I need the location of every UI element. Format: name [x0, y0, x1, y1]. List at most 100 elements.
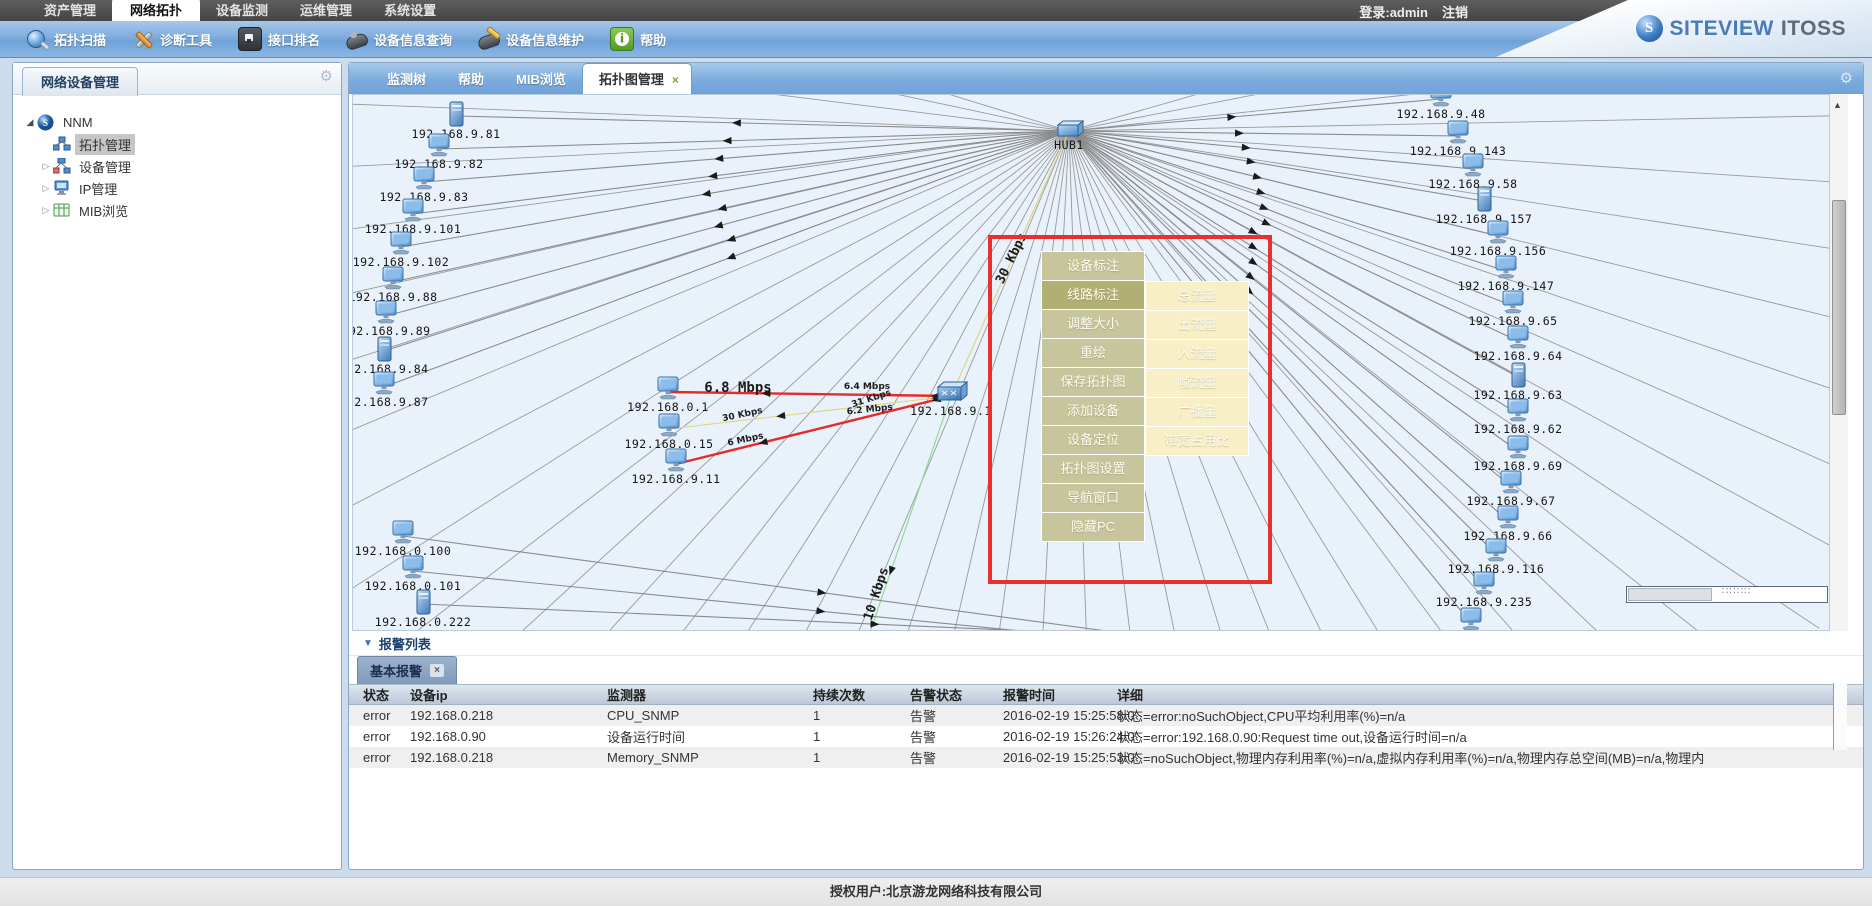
context-submenu-item-1[interactable]: 出流量 — [1145, 311, 1249, 340]
context-menu-item-8[interactable]: 导航窗口 — [1041, 484, 1145, 513]
context-submenu-item-4[interactable]: 广播量 — [1145, 398, 1249, 427]
context-menu-item-1[interactable]: 线路标注 — [1041, 281, 1145, 310]
alarm-col-header-1[interactable]: 设备ip — [410, 685, 607, 704]
map-vertical-scrollbar[interactable]: ▲ — [1830, 94, 1848, 631]
toolbar-item-topology-scan[interactable]: 拓扑扫描 — [26, 28, 106, 50]
logout-link[interactable]: 注销 — [1442, 5, 1468, 20]
alarm-tab-close-icon[interactable]: × — [430, 664, 444, 677]
alarm-col-header-5[interactable]: 报警时间 — [1003, 685, 1117, 704]
topo-node-192.168.0.1[interactable]: 192.168.0.1 — [627, 377, 709, 414]
main-tab-1[interactable]: 帮助 — [442, 63, 500, 94]
topo-node-192.168.9.65[interactable]: 192.168.9.65 — [1468, 291, 1557, 328]
topo-node-192.168.9.66[interactable]: 192.168.9.66 — [1463, 506, 1552, 543]
alarm-col-header-2[interactable]: 监测器 — [607, 685, 813, 704]
topo-node-192.168.9.69[interactable]: 192.168.9.69 — [1473, 436, 1562, 473]
main-tab-3[interactable]: 拓扑图管理× — [582, 63, 692, 94]
context-menu-item-0[interactable]: 设备标注 — [1041, 251, 1145, 281]
top-menu-item-1[interactable]: 网络拓扑 — [112, 0, 200, 21]
top-menu-item-2[interactable]: 设备监测 — [200, 0, 284, 21]
sidebar-title-tab[interactable]: 网络设备管理 — [22, 67, 138, 96]
context-menu-item-6[interactable]: 设备定位 — [1041, 426, 1145, 455]
toolbar-item-device-info-maintenance[interactable]: 设备信息维护 — [478, 28, 584, 50]
tree-item-device[interactable]: ▷设备管理 — [13, 155, 341, 177]
topo-node-192.168.9.63[interactable]: 192.168.9.63 — [1473, 363, 1562, 402]
topo-node-192.168.9.87[interactable]: 192.168.9.87 — [353, 372, 429, 409]
top-menu-item-0[interactable]: 资产管理 — [28, 0, 112, 21]
alarm-row-2[interactable]: error192.168.0.218Memory_SNMP1告警2016-02-… — [349, 747, 1863, 768]
topo-node-192.168.9.48[interactable]: 192.168.9.48 — [1396, 95, 1485, 121]
context-submenu-item-3[interactable]: 帧流量 — [1145, 369, 1249, 398]
topo-node-192.168.9.81[interactable]: 192.168.9.81 — [411, 102, 500, 141]
topo-node-192.168.0.15[interactable]: 192.168.0.15 — [624, 414, 713, 451]
main-tab-2[interactable]: MIB浏览 — [500, 63, 582, 94]
context-menu-item-2[interactable]: 调整大小 — [1041, 310, 1145, 339]
map-horizontal-scrollbar[interactable]: ∷∷∷∷ — [1626, 586, 1828, 603]
main-tab-label: 监测树 — [387, 72, 426, 87]
main-gear-icon[interactable]: ⚙ — [1840, 69, 1853, 87]
context-submenu-item-2[interactable]: 入流量 — [1145, 340, 1249, 369]
topo-node-unlabeled[interactable] — [1461, 608, 1481, 630]
topo-node-192.168.9.11[interactable]: 192.168.9.11 — [631, 449, 720, 486]
alarm-scroll-gutter[interactable] — [1833, 683, 1847, 750]
top-menu-item-3[interactable]: 运维管理 — [284, 0, 368, 21]
context-menu-item-5[interactable]: 添加设备 — [1041, 397, 1145, 426]
topo-node-192.168.9.84[interactable]: 192.168.9.84 — [353, 337, 429, 376]
topo-node-192.168.9.147[interactable]: 192.168.9.147 — [1458, 256, 1555, 293]
topo-node-192.168.9.88[interactable]: 192.168.9.88 — [353, 267, 438, 304]
alarm-cell: 1 — [813, 750, 910, 765]
toolbar-item-port-ranking[interactable]: 接口排名 — [238, 27, 320, 51]
alarm-header[interactable]: ▼ 报警列表 — [349, 631, 1863, 656]
topo-node-192.168.9.156[interactable]: 192.168.9.156 — [1450, 221, 1547, 258]
brand-name-itoss: ITOSS — [1781, 17, 1846, 41]
tree-item-mib[interactable]: ▷MIB浏览 — [13, 199, 341, 221]
top-menu-item-4[interactable]: 系统设置 — [368, 0, 452, 21]
topo-node-192.168.9.62[interactable]: 192.168.9.62 — [1473, 399, 1562, 436]
tree-caret-icon[interactable]: ▷ — [39, 205, 53, 216]
alarm-cell: 状态=noSuchObject,物理内存利用率(%)=n/a,虚拟内存利用率(%… — [1117, 748, 1863, 767]
map-hscroll-thumb[interactable] — [1628, 588, 1712, 601]
main-tab-0[interactable]: 监测树 — [371, 63, 442, 94]
map-vscroll-thumb[interactable] — [1832, 200, 1846, 415]
tree-item-ip[interactable]: ▷IP管理 — [13, 177, 341, 199]
topology-canvas[interactable]: HUB1192.168.9.81192.168.9.82192.168.9.83… — [352, 94, 1830, 631]
topo-node-192.168.9.235[interactable]: 192.168.9.235 — [1436, 572, 1533, 609]
alarm-tab-basic[interactable]: 基本报警 × — [357, 656, 457, 684]
context-menu-item-4[interactable]: 保存拓扑图 — [1041, 368, 1145, 397]
topo-node-192.168.9.58[interactable]: 192.168.9.58 — [1428, 154, 1517, 191]
topo-node-192.168.9.101[interactable]: 192.168.9.101 — [365, 199, 462, 236]
tree-item-topology[interactable]: 拓扑管理 — [13, 133, 341, 155]
tree-item-nnm[interactable]: ◢SNNM — [13, 111, 341, 133]
topo-node-192.168.9.116[interactable]: 192.168.9.116 — [1448, 539, 1545, 576]
scroll-up-arrow-icon[interactable]: ▲ — [1833, 100, 1842, 110]
alarm-row-0[interactable]: error192.168.0.218CPU_SNMP1告警2016-02-19 … — [349, 705, 1863, 726]
toolbar-item-help[interactable]: 帮助 — [610, 27, 666, 51]
alarm-col-header-6[interactable]: 详细 — [1117, 685, 1863, 704]
tree-caret-icon[interactable]: ◢ — [23, 117, 37, 128]
tree-item-label: 拓扑管理 — [75, 134, 135, 155]
alarm-row-1[interactable]: error192.168.0.90设备运行时间1告警2016-02-19 15:… — [349, 726, 1863, 747]
topo-node-192.168.9.157[interactable]: 192.168.9.157 — [1436, 187, 1533, 226]
context-submenu-item-5[interactable]: 带宽占用比 — [1145, 427, 1249, 456]
alarm-col-header-4[interactable]: 告警状态 — [910, 685, 1003, 704]
tab-close-icon[interactable]: × — [672, 73, 679, 87]
tree-caret-icon[interactable]: ▷ — [39, 161, 53, 172]
context-menu-item-3[interactable]: 重绘 — [1041, 339, 1145, 368]
context-submenu-item-0[interactable]: 总流量 — [1145, 281, 1249, 311]
topo-node-192.168.0.100[interactable]: 192.168.0.100 — [355, 521, 452, 558]
collapse-triangle-icon[interactable]: ▼ — [363, 638, 373, 649]
toolbar-item-diagnostic-tools[interactable]: 诊断工具 — [132, 28, 212, 50]
alarm-col-header-0[interactable]: 状态 — [363, 685, 410, 704]
topo-node-192.168.9.64[interactable]: 192.168.9.64 — [1473, 326, 1562, 363]
topo-node-192.168.0.222[interactable]: 192.168.0.222 — [375, 590, 472, 629]
alarm-col-header-3[interactable]: 持续次数 — [813, 685, 910, 704]
topo-node-192.168.9.102[interactable]: 192.168.9.102 — [353, 232, 449, 269]
topo-node-192.168.9.67[interactable]: 192.168.9.67 — [1466, 471, 1555, 508]
context-menu-item-7[interactable]: 拓扑图设置 — [1041, 455, 1145, 484]
sidebar-gear-icon[interactable]: ⚙ — [320, 67, 333, 85]
topo-node-192.168.9.143[interactable]: 192.168.9.143 — [1410, 121, 1507, 158]
toolbar-item-device-info-query[interactable]: 设备信息查询 — [346, 28, 452, 50]
tree-caret-icon[interactable]: ▷ — [39, 183, 53, 194]
topo-node-192.168.9.83[interactable]: 192.168.9.83 — [379, 167, 468, 204]
topo-node-192.168.9.1[interactable]: 192.168.9.1 — [910, 382, 992, 418]
context-menu-item-9[interactable]: 隐藏PC — [1041, 513, 1145, 542]
